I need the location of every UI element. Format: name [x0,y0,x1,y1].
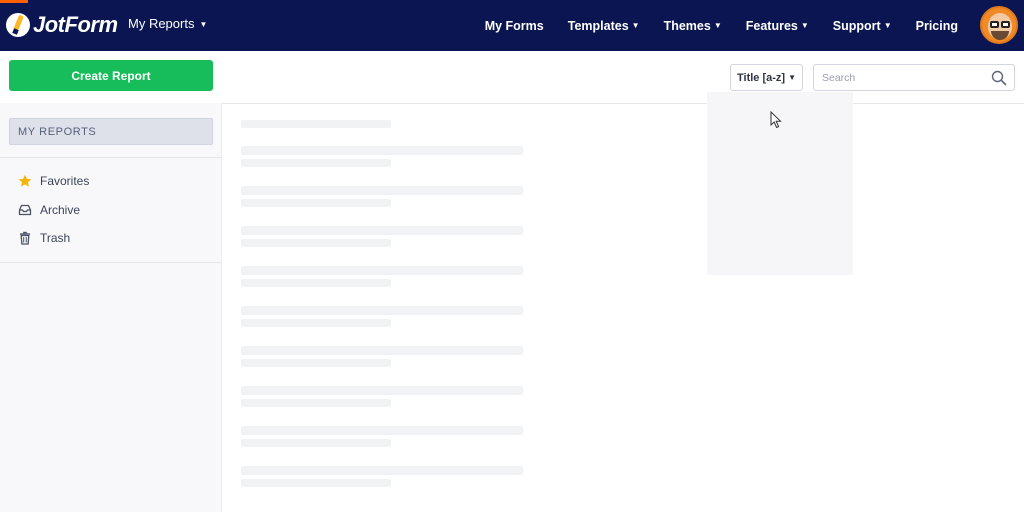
nav-label: Themes [663,18,711,33]
nav-features[interactable]: Features ▼ [746,19,809,33]
nav-my-forms[interactable]: My Forms [485,19,544,33]
avatar-glasses [990,21,999,28]
nav-support[interactable]: Support ▼ [833,19,892,33]
sidebar-item-label: Archive [40,203,81,217]
nav-label: Features [745,18,798,33]
skeleton-bar [241,386,523,395]
skeleton-bar [241,279,391,287]
sidebar-item-archive[interactable]: Archive [18,201,80,219]
sort-dropdown[interactable]: Title [a-z] ▼ [730,64,803,91]
sidebar-item-label: Trash [40,231,71,245]
skeleton-bar [241,319,391,327]
skeleton-bar [241,359,391,367]
caret-down-icon: ▼ [713,21,722,30]
search-input[interactable] [822,70,982,86]
nav-label: Templates [567,18,629,33]
jotform-logo-icon [6,13,30,37]
top-navigation-bar: JotForm My Reports ▼ My Forms Templates … [0,0,1024,51]
section-menu[interactable]: My Reports ▼ [128,16,207,31]
nav-templates[interactable]: Templates ▼ [568,19,640,33]
skeleton-bar [241,199,391,207]
skeleton-bar [241,226,523,235]
sidebar-item-favorites[interactable]: Favorites [18,172,89,190]
sidebar-header-my-reports[interactable]: MY REPORTS [9,118,213,145]
skeleton-bar [241,479,391,487]
user-avatar[interactable] [980,6,1018,44]
caret-down-icon: ▼ [800,21,809,30]
nav-label: Pricing [915,18,958,33]
skeleton-bar [241,426,523,435]
skeleton-bar [241,266,523,275]
nav-pricing[interactable]: Pricing [916,19,958,33]
skeleton-bar [241,346,523,355]
skeleton-bar [241,306,523,315]
search-icon[interactable] [991,70,1007,86]
nav-label: My Forms [484,18,544,33]
create-report-button[interactable]: Create Report [9,60,213,91]
mouse-cursor-icon [770,111,782,129]
sort-label: Title [a-z] [737,71,786,84]
accent-strip [0,0,28,3]
skeleton-bar [241,439,391,447]
skeleton-bar [241,399,391,407]
nav-label: Support [832,18,881,33]
skeleton-bar [241,120,391,128]
main-nav: My Forms Templates ▼ Themes ▼ Features ▼… [485,0,958,51]
avatar-glasses [1001,21,1010,28]
section-menu-label: My Reports [128,16,195,31]
toolbar-divider [222,103,1024,104]
caret-down-icon: ▼ [631,21,640,30]
caret-down-icon: ▼ [883,21,892,30]
nav-themes[interactable]: Themes ▼ [664,19,722,33]
avatar-beard [991,31,1009,40]
skeleton-bar [241,159,391,167]
jotform-logo[interactable]: JotForm [6,10,118,40]
trash-icon [20,231,30,245]
logo-text: JotForm [33,12,118,37]
sidebar-item-label: Favorites [40,174,90,188]
chevron-down-icon: ▼ [199,19,208,29]
skeleton-bar [241,239,391,247]
sidebar-item-trash[interactable]: Trash [18,229,70,247]
archive-icon [18,204,32,216]
skeleton-bar [241,146,523,155]
skeleton-bar [241,466,523,475]
sidebar-divider [0,262,222,263]
search-box[interactable] [813,64,1015,91]
sidebar: MY REPORTS Favorites Archive Trash [0,103,222,512]
caret-down-icon: ▼ [788,73,796,82]
sidebar-divider [0,157,222,158]
star-icon [18,174,32,187]
skeleton-bar [241,186,523,195]
